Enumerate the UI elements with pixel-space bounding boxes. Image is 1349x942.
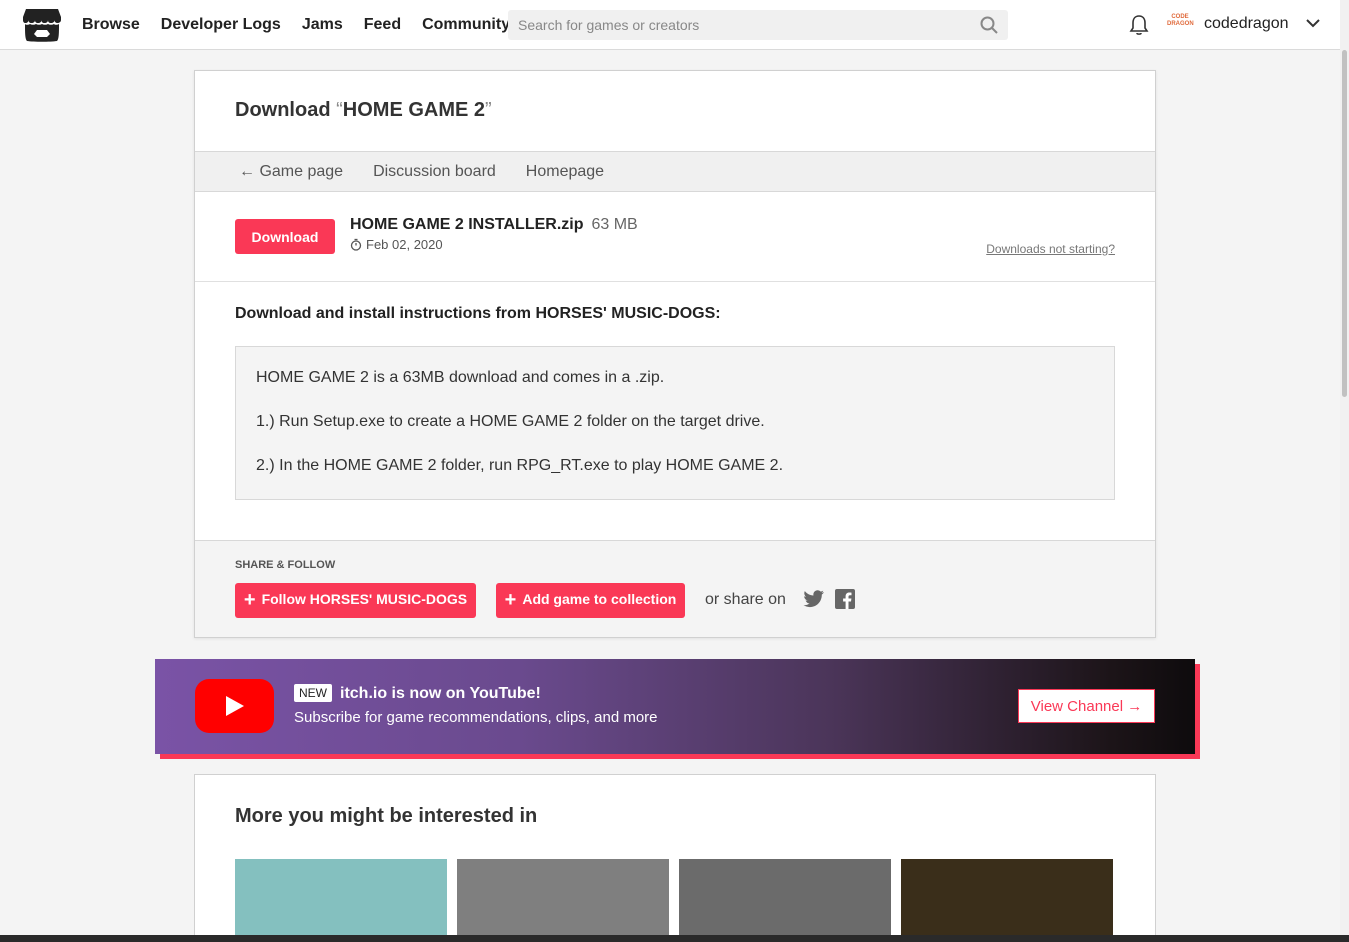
follow-button[interactable]: + Follow HORSES' MUSIC-DOGS xyxy=(235,583,476,618)
share-heading: SHARE & FOLLOW xyxy=(235,559,336,571)
nav-feed[interactable]: Feed xyxy=(364,16,401,34)
bottom-bar xyxy=(0,935,1349,942)
upload-date-text: Feb 02, 2020 xyxy=(366,237,443,252)
title-open-quote: “ xyxy=(336,99,343,121)
chevron-down-icon[interactable] xyxy=(1306,18,1320,28)
back-arrow-icon: ← xyxy=(239,162,255,180)
new-badge: NEW xyxy=(294,684,332,702)
instructions-box: HOME GAME 2 is a 63MB download and comes… xyxy=(235,346,1115,500)
add-label: Add game to collection xyxy=(522,591,677,607)
youtube-logo-icon[interactable] xyxy=(195,679,274,733)
recommendations-card: More you might be interested in xyxy=(194,774,1156,942)
plus-icon: + xyxy=(243,589,256,611)
discussion-board-link[interactable]: Discussion board xyxy=(373,163,496,181)
youtube-banner: NEW itch.io is now on YouTube! Subscribe… xyxy=(155,659,1195,754)
game-thumbnail[interactable] xyxy=(901,859,1113,942)
scrollbar-thumb[interactable] xyxy=(1342,50,1347,397)
youtube-banner-title: itch.io is now on YouTube! xyxy=(340,685,541,702)
username[interactable]: codedragon xyxy=(1204,15,1289,33)
instruction-line: HOME GAME 2 is a 63MB download and comes… xyxy=(256,369,665,386)
instruction-line: 2.) In the HOME GAME 2 folder, run RPG_R… xyxy=(256,457,784,474)
title-prefix: Download xyxy=(235,99,331,121)
search-input[interactable] xyxy=(508,10,968,40)
game-thumbnail[interactable] xyxy=(235,859,447,942)
facebook-icon[interactable] xyxy=(835,589,855,609)
file-name: HOME GAME 2 INSTALLER.zip 63 MB xyxy=(350,216,638,234)
game-page-label: Game page xyxy=(259,162,344,180)
game-name: HOME GAME 2 xyxy=(342,99,486,121)
download-button[interactable]: Download xyxy=(235,219,335,254)
plus-icon: + xyxy=(504,589,517,611)
nav-developer-logs[interactable]: Developer Logs xyxy=(161,16,281,34)
upload-date: Feb 02, 2020 xyxy=(350,237,443,252)
game-thumbnail[interactable] xyxy=(457,859,669,942)
avatar[interactable]: CODE DRAGON xyxy=(1167,14,1194,34)
top-navbar: Browse Developer Logs Jams Feed Communit… xyxy=(0,0,1340,50)
search-bar xyxy=(508,10,1008,40)
file-name-text: HOME GAME 2 INSTALLER.zip xyxy=(350,216,584,233)
view-channel-button[interactable]: View Channel → xyxy=(1018,689,1155,723)
homepage-link[interactable]: Homepage xyxy=(526,163,604,181)
youtube-banner-subtitle: Subscribe for game recommendations, clip… xyxy=(294,709,658,726)
game-subnav: ← Game page Discussion board Homepage xyxy=(195,151,1155,192)
stopwatch-icon xyxy=(350,238,362,251)
nav-jams[interactable]: Jams xyxy=(302,16,343,34)
download-row: Download HOME GAME 2 INSTALLER.zip 63 MB … xyxy=(195,192,1155,282)
page-title: Download “HOME GAME 2” xyxy=(235,99,492,122)
game-thumbnail[interactable] xyxy=(679,859,891,942)
file-size: 63 MB xyxy=(591,216,638,233)
or-share-label: or share on xyxy=(705,591,786,608)
nav-community[interactable]: Community xyxy=(422,16,510,34)
instructions-heading: Download and install instructions from H… xyxy=(235,305,721,322)
main-nav: Browse Developer Logs Jams Feed Communit… xyxy=(82,0,531,50)
downloads-not-starting-link[interactable]: Downloads not starting? xyxy=(986,242,1115,256)
itchio-logo-icon[interactable] xyxy=(22,7,62,43)
share-follow-section: SHARE & FOLLOW + Follow HORSES' MUSIC-DOG… xyxy=(195,540,1155,637)
game-page-link[interactable]: ← Game page xyxy=(239,163,343,181)
twitter-icon[interactable] xyxy=(803,589,825,609)
notification-bell-icon[interactable] xyxy=(1129,14,1149,36)
add-to-collection-button[interactable]: + Add game to collection xyxy=(496,583,685,618)
recommendations-heading: More you might be interested in xyxy=(235,805,538,827)
download-card: Download “HOME GAME 2” ← Game page Discu… xyxy=(194,70,1156,638)
title-close-quote: ” xyxy=(485,99,492,121)
nav-browse[interactable]: Browse xyxy=(82,16,140,34)
search-icon[interactable] xyxy=(980,16,998,34)
instruction-line: 1.) Run Setup.exe to create a HOME GAME … xyxy=(256,413,765,430)
follow-label: Follow HORSES' MUSIC-DOGS xyxy=(261,591,468,607)
